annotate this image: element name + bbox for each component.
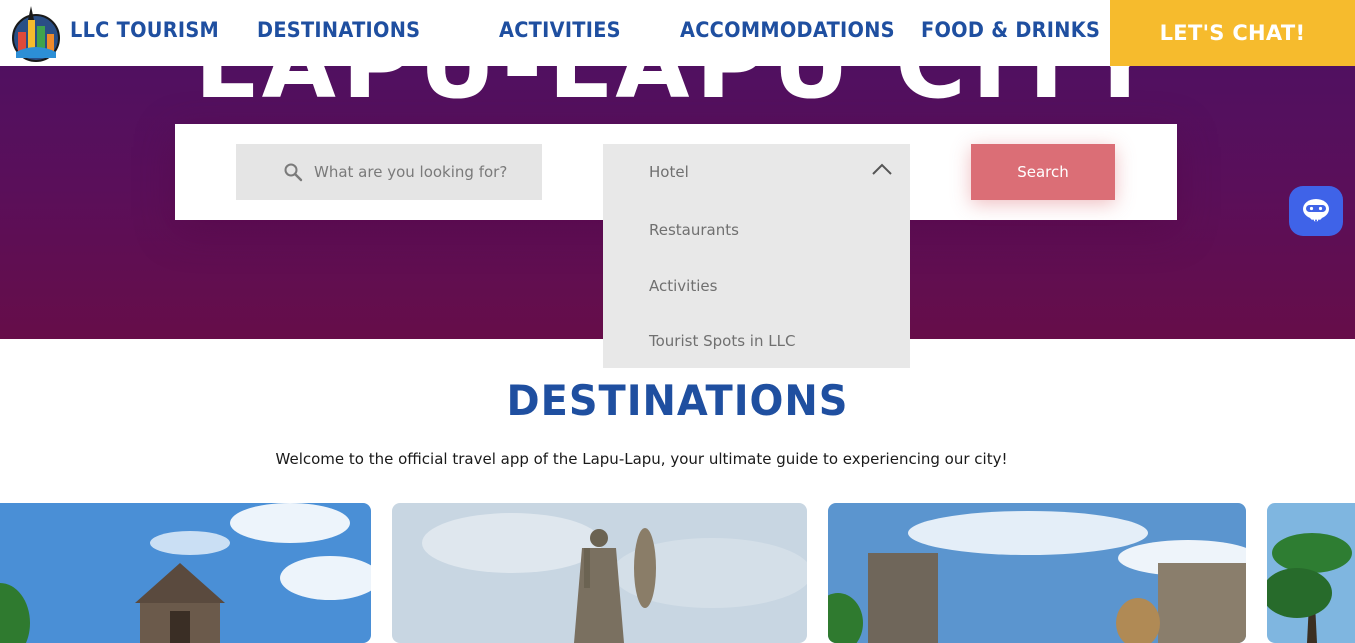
search-icon <box>284 163 303 182</box>
nav-activities[interactable]: ACTIVITIES <box>499 18 621 42</box>
destinations-subtitle: Welcome to the official travel app of th… <box>275 450 1008 468</box>
destination-card[interactable] <box>392 503 807 643</box>
category-select[interactable]: Hotel <box>603 144 910 200</box>
lets-chat-button[interactable]: LET'S CHAT! <box>1110 0 1355 66</box>
top-navigation: LLC TOURISM DESTINATIONS ACTIVITIES ACCO… <box>0 0 1355 66</box>
brand-name[interactable]: LLC TOURISM <box>70 18 219 42</box>
category-selected-value: Hotel <box>649 163 689 181</box>
search-placeholder: What are you looking for? <box>314 163 508 181</box>
nav-accommodations[interactable]: ACCOMMODATIONS <box>680 18 895 42</box>
chatbot-icon <box>1303 199 1329 222</box>
dropdown-option-restaurants[interactable]: Restaurants <box>649 221 739 239</box>
destinations-heading: DESTINATIONS <box>506 376 849 425</box>
dropdown-option-tourist-spots[interactable]: Tourist Spots in LLC <box>649 332 795 350</box>
destination-card[interactable] <box>0 503 371 643</box>
destination-card[interactable] <box>1267 503 1355 643</box>
destination-card[interactable] <box>828 503 1246 643</box>
search-button[interactable]: Search <box>971 144 1115 200</box>
category-dropdown-menu: Restaurants Activities Tourist Spots in … <box>603 200 910 368</box>
nav-destinations[interactable]: DESTINATIONS <box>257 18 420 42</box>
search-input[interactable]: What are you looking for? <box>236 144 542 200</box>
nav-food-drinks[interactable]: FOOD & DRINKS <box>921 18 1100 42</box>
dropdown-option-activities[interactable]: Activities <box>649 277 717 295</box>
city-logo-icon[interactable] <box>10 2 62 64</box>
chevron-up-icon <box>872 163 892 175</box>
chatbot-button[interactable] <box>1289 186 1343 236</box>
